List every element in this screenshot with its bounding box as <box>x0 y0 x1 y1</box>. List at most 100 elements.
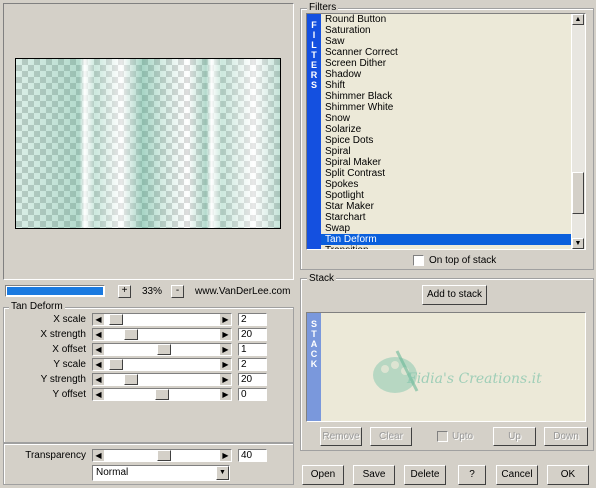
filters-list[interactable]: FILTERS Round Button Saturation Saw Scanner… <box>306 13 586 250</box>
filter-item[interactable]: Shimmer Black <box>321 91 571 102</box>
chevron-down-icon[interactable]: ▼ <box>216 466 229 480</box>
filter-item[interactable]: Screen Dither <box>321 58 571 69</box>
param-slider[interactable]: ◀ ▶ <box>92 388 232 401</box>
up-button[interactable]: Up <box>493 427 536 446</box>
slider-right-arrow[interactable]: ▶ <box>220 314 231 325</box>
param-value[interactable]: 2 <box>238 358 267 371</box>
param-value[interactable]: 20 <box>238 328 267 341</box>
zoom-in-button[interactable]: + <box>118 285 131 298</box>
param-value[interactable]: 0 <box>238 388 267 401</box>
param-slider[interactable]: ◀ ▶ <box>92 373 232 386</box>
filters-band-letter: L <box>311 40 317 50</box>
stack-group-title: Stack <box>307 273 337 284</box>
param-row: Y strength ◀ ▶ 20 <box>6 372 291 387</box>
param-slider[interactable]: ◀ ▶ <box>92 328 232 341</box>
open-button[interactable]: Open <box>302 465 344 485</box>
scroll-up-arrow[interactable]: ▲ <box>572 14 584 25</box>
filter-item[interactable]: Spiral <box>321 146 571 157</box>
slider-left-arrow[interactable]: ◀ <box>93 450 104 461</box>
slider-right-arrow[interactable]: ▶ <box>220 374 231 385</box>
param-slider[interactable]: ◀ ▶ <box>92 313 232 326</box>
stack-band-letter: C <box>310 349 318 359</box>
param-row: Y offset ◀ ▶ 0 <box>6 387 291 402</box>
filter-item[interactable]: Saw <box>321 36 571 47</box>
filter-item[interactable]: Shadow <box>321 69 571 80</box>
slider-right-arrow[interactable]: ▶ <box>220 359 231 370</box>
filter-item[interactable]: Transition <box>321 245 571 249</box>
slider-thumb[interactable] <box>109 359 124 370</box>
param-value[interactable]: 2 <box>238 313 267 326</box>
zoom-out-button[interactable]: - <box>171 285 184 298</box>
slider-right-arrow[interactable]: ▶ <box>220 389 231 400</box>
stack-list[interactable]: STACK Fidia's Creations.it <box>306 312 586 422</box>
watermark-logo: Fidia's Creations.it <box>367 341 567 401</box>
remove-button[interactable]: Remove <box>320 427 362 446</box>
preview-panel <box>3 3 294 280</box>
upto-checkbox[interactable] <box>437 431 448 442</box>
stack-band-letter: A <box>310 339 318 349</box>
cancel-button[interactable]: Cancel <box>496 465 538 485</box>
param-row: Y scale ◀ ▶ 2 <box>6 357 291 372</box>
filter-item[interactable]: Snow <box>321 113 571 124</box>
param-value[interactable]: 1 <box>238 343 267 356</box>
slider-left-arrow[interactable]: ◀ <box>93 389 104 400</box>
clear-button[interactable]: Clear <box>370 427 412 446</box>
filter-item[interactable]: Spiral Maker <box>321 157 571 168</box>
param-slider[interactable]: ◀ ▶ <box>92 358 232 371</box>
transparency-slider[interactable]: ◀ ▶ <box>92 449 232 462</box>
slider-thumb[interactable] <box>124 374 139 385</box>
filter-item[interactable]: Shimmer White <box>321 102 571 113</box>
ok-button[interactable]: OK <box>547 465 589 485</box>
slider-left-arrow[interactable]: ◀ <box>93 329 104 340</box>
slider-right-arrow[interactable]: ▶ <box>220 344 231 355</box>
blend-mode-select[interactable]: Normal ▼ <box>92 465 230 481</box>
on-top-checkbox[interactable] <box>413 255 424 266</box>
filters-band-letter: T <box>311 50 317 60</box>
filter-item[interactable]: Spokes <box>321 179 571 190</box>
params-group-title: Tan Deform <box>9 301 65 312</box>
filter-item[interactable]: Saturation <box>321 25 571 36</box>
scroll-down-arrow[interactable]: ▼ <box>572 238 584 249</box>
down-button[interactable]: Down <box>544 427 588 446</box>
slider-right-arrow[interactable]: ▶ <box>220 450 231 461</box>
filter-item[interactable]: Shift <box>321 80 571 91</box>
transparency-label: Transparency <box>25 450 86 461</box>
filter-item[interactable]: Round Button <box>321 14 571 25</box>
stack-band-letter: K <box>310 359 318 369</box>
filter-item[interactable]: Star Maker <box>321 201 571 212</box>
slider-left-arrow[interactable]: ◀ <box>93 314 104 325</box>
slider-thumb[interactable] <box>124 329 139 340</box>
credit-link[interactable]: www.VanDerLee.com <box>195 286 290 297</box>
slider-thumb[interactable] <box>157 450 172 461</box>
filter-item[interactable]: Swap <box>321 223 571 234</box>
slider-left-arrow[interactable]: ◀ <box>93 344 104 355</box>
filter-item[interactable]: Tan Deform <box>321 234 571 245</box>
param-label: X strength <box>40 329 86 340</box>
stack-band-letter: S <box>310 319 317 329</box>
transparency-value[interactable]: 40 <box>238 449 267 462</box>
filters-scrollbar[interactable]: ▲ ▼ <box>571 14 585 249</box>
slider-left-arrow[interactable]: ◀ <box>93 374 104 385</box>
scroll-thumb[interactable] <box>572 172 584 214</box>
slider-left-arrow[interactable]: ◀ <box>93 359 104 370</box>
param-value[interactable]: 20 <box>238 373 267 386</box>
save-button[interactable]: Save <box>353 465 395 485</box>
slider-right-arrow[interactable]: ▶ <box>220 329 231 340</box>
filter-item[interactable]: Solarize <box>321 124 571 135</box>
slider-thumb[interactable] <box>155 389 169 400</box>
filter-item[interactable]: Spotlight <box>321 190 571 201</box>
help-button[interactable]: ? <box>458 465 486 485</box>
filters-band-letter: S <box>310 80 317 90</box>
param-slider[interactable]: ◀ ▶ <box>92 343 232 356</box>
filters-band-letter: E <box>310 60 317 70</box>
filter-item[interactable]: Spice Dots <box>321 135 571 146</box>
preview-image <box>15 58 281 229</box>
slider-thumb[interactable] <box>157 344 172 355</box>
slider-thumb[interactable] <box>109 314 124 325</box>
delete-button[interactable]: Delete <box>404 465 446 485</box>
filters-band-letter: I <box>312 30 316 40</box>
filter-item[interactable]: Split Contrast <box>321 168 571 179</box>
filter-item[interactable]: Starchart <box>321 212 571 223</box>
add-to-stack-button[interactable]: Add to stack <box>422 285 487 305</box>
filter-item[interactable]: Scanner Correct <box>321 47 571 58</box>
